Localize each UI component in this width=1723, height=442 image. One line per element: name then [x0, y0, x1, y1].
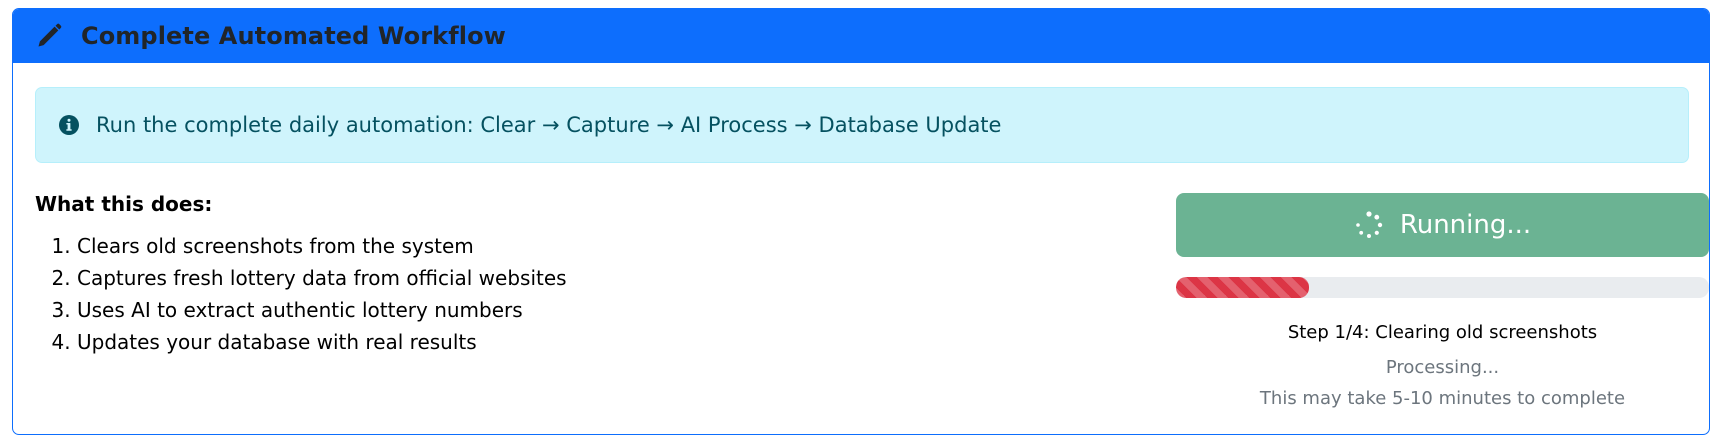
description-heading: What this does:: [35, 192, 213, 216]
card-title: Complete Automated Workflow: [81, 22, 506, 50]
run-button-label: Running...: [1399, 210, 1532, 240]
steps-list: Clears old screenshots from the system C…: [35, 232, 567, 360]
description-section: What this does: Clears old screenshots f…: [35, 192, 567, 360]
list-item: Updates your database with real results: [77, 328, 567, 360]
progress-track: [1176, 277, 1709, 298]
info-circle-icon: [59, 115, 79, 135]
list-item: Captures fresh lottery data from officia…: [77, 264, 567, 296]
card-header: Complete Automated Workflow: [13, 9, 1709, 63]
info-alert: Run the complete daily automation: Clear…: [35, 87, 1689, 163]
spinner-icon: [1356, 211, 1383, 238]
pencil-icon: [35, 21, 65, 51]
step-text: Step 1/4: Clearing old screenshots: [1287, 322, 1598, 343]
run-section: Running... Step 1/4: Clearing old screen…: [1176, 193, 1709, 409]
run-workflow-button[interactable]: Running...: [1176, 193, 1709, 257]
status-text: Processing...: [1385, 357, 1500, 378]
progress-bar: [1176, 277, 1310, 298]
workflow-card: Complete Automated Workflow Run the comp…: [12, 8, 1710, 435]
duration-note: This may take 5-10 minutes to complete: [1259, 388, 1626, 409]
alert-text: Run the complete daily automation: Clear…: [96, 113, 1002, 137]
list-item: Clears old screenshots from the system: [77, 232, 567, 264]
list-item: Uses AI to extract authentic lottery num…: [77, 296, 567, 328]
